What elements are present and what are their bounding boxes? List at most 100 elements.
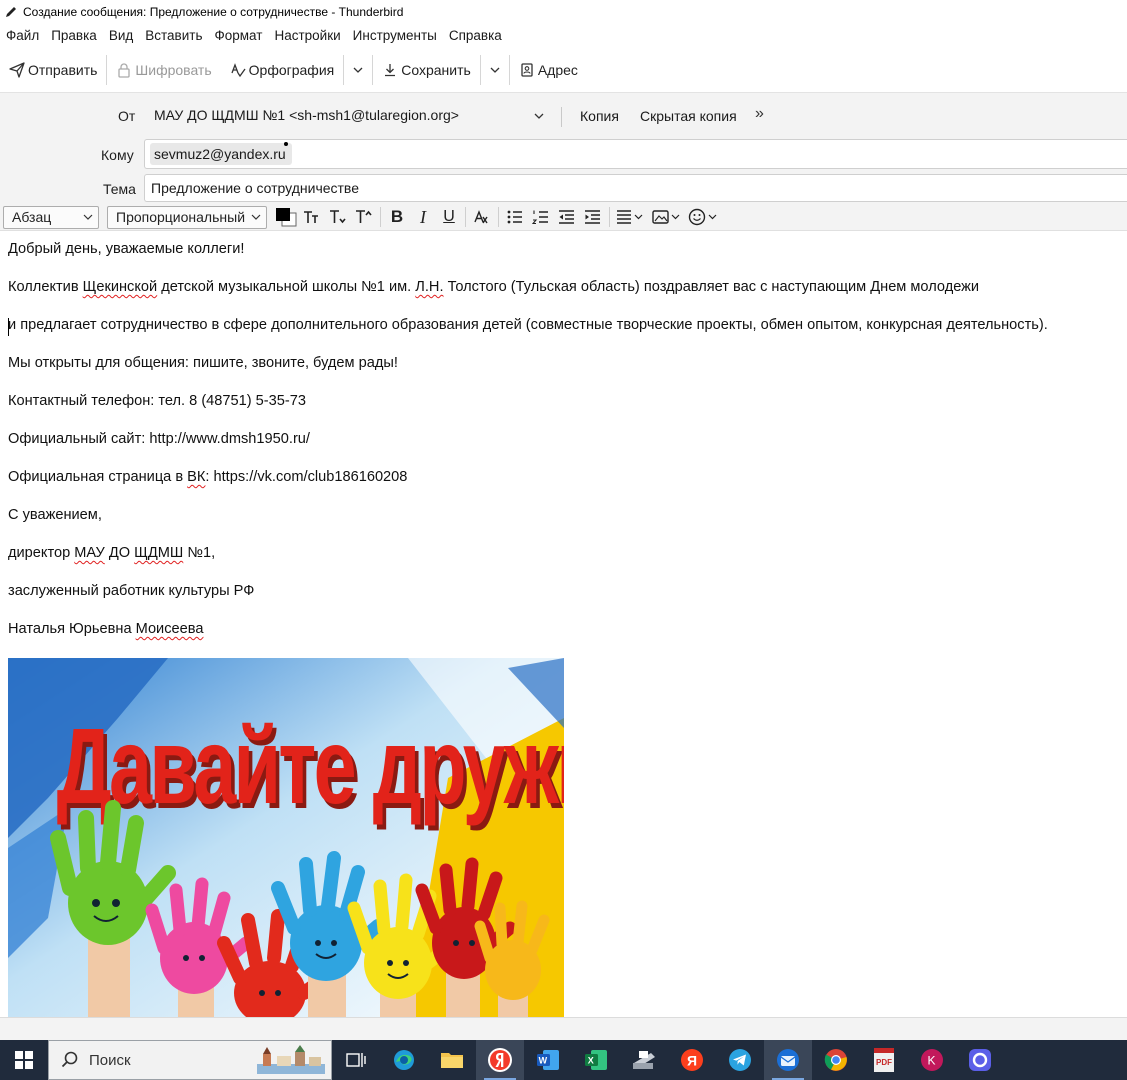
body-greeting: Добрый день, уважаемые коллеги! [8,241,245,257]
to-field[interactable]: sevmuz2@yandex.ru [144,139,1127,169]
svg-text:Давайте дружить !: Давайте дружить ! [57,705,564,826]
message-header-fields: От МАУ ДО ЩДМШ №1 <sh-msh1@tularegion.or… [0,92,1127,204]
toolbar-separator [479,55,481,85]
body-paragraph-2: и предлагает сотрудничество в сфере допо… [8,317,1048,333]
menu-help[interactable]: Справка [449,28,502,43]
body-website: Официальный сайт: http://www.dmsh1950.ru… [8,431,310,447]
subject-field[interactable]: Предложение о сотрудничестве [144,174,1127,202]
thunderbird-icon [777,1049,799,1071]
emoji-menu-button[interactable] [685,205,721,229]
insert-menu-button[interactable] [649,205,685,229]
excel-app[interactable]: X [572,1040,620,1080]
indent-icon [585,210,600,224]
underline-button[interactable]: U [436,205,462,229]
menu-options[interactable]: Настройки [274,28,340,43]
chevron-down-icon [490,67,500,73]
spelling-dropdown-button[interactable] [348,55,368,85]
telegram-app[interactable] [716,1040,764,1080]
chevron-down-icon [83,214,93,220]
menu-format[interactable]: Формат [214,28,262,43]
bcc-button[interactable]: Скрытая копия [640,108,737,124]
spellcheck-icon [231,63,246,78]
task-view-button[interactable] [332,1040,380,1080]
text-run: : https://vk.com/club186160208 [205,469,408,485]
word-app[interactable]: W [524,1040,572,1080]
save-button[interactable]: Сохранить [377,55,476,85]
taskbar-search-box[interactable]: Поиск [48,1040,332,1080]
from-identity-select[interactable]: МАУ ДО ЩДМШ №1 <sh-msh1@tularegion.org> [154,107,459,123]
body-regards: С уважением, [8,507,102,523]
message-body-editor[interactable]: Добрый день, уважаемые коллеги! Коллекти… [0,232,1127,1017]
chrome-icon [824,1049,847,1071]
numbered-list-icon [532,210,548,225]
misspelled-word[interactable]: Щекинской [83,279,158,295]
chevron-down-icon[interactable] [532,109,546,123]
toolbar-separator [106,55,108,85]
misspelled-word[interactable]: МАУ [74,545,105,561]
bold-button[interactable]: B [384,205,410,229]
embedded-image[interactable]: Давайте дружить ! Давайте дружить ! [8,658,564,1017]
font-size-decrease-icon [330,210,346,224]
text-run: Толстого (Тульская область) поздравляет … [443,279,980,295]
status-bar [0,1017,1127,1040]
send-label: Отправить [28,62,98,78]
smaller-font-button[interactable] [325,205,351,229]
outdent-button[interactable] [554,205,580,229]
menu-view[interactable]: Вид [109,28,133,43]
indent-button[interactable] [580,205,606,229]
pencil-icon [6,7,16,17]
font-family-select[interactable]: Пропорциональный [107,205,267,229]
address-book-button[interactable]: Адрес [514,55,583,85]
edge-app[interactable] [380,1040,428,1080]
italic-button[interactable]: I [410,205,436,229]
pdf-app[interactable]: PDF [860,1040,908,1080]
text-run: Наталья Юрьевна [8,621,136,637]
menu-insert[interactable]: Вставить [145,28,202,43]
misspelled-word[interactable]: Л.Н. [415,279,443,295]
start-button[interactable] [0,1040,48,1080]
larger-font-button[interactable] [351,205,377,229]
remove-formatting-button[interactable] [469,205,495,229]
cc-button[interactable]: Копия [580,108,619,124]
spelling-button[interactable]: Орфография [225,55,340,85]
send-button[interactable]: Отправить [4,55,102,85]
yandex-browser-app[interactable] [476,1040,524,1080]
svg-text:Я: Я [687,1053,697,1069]
smaller-text-button[interactable] [299,205,325,229]
file-explorer-app[interactable] [428,1040,476,1080]
recipient-pill[interactable]: sevmuz2@yandex.ru [150,143,292,165]
address-book-icon [521,63,533,77]
svg-text:W: W [539,1056,548,1066]
more-recipients-button[interactable]: » [755,105,764,123]
numbered-list-button[interactable] [528,205,554,229]
font-size-smaller-icon [304,211,318,223]
align-menu-button[interactable] [613,205,649,229]
misspelled-word[interactable]: ВК [187,469,205,485]
text-color-button[interactable] [273,205,299,229]
menu-edit[interactable]: Правка [51,28,97,43]
thunderbird-app[interactable] [764,1040,812,1080]
encrypt-button[interactable]: Шифровать [111,55,216,85]
underline-icon: U [443,208,455,225]
yandex-app[interactable]: Я [668,1040,716,1080]
save-dropdown-button[interactable] [485,55,505,85]
scanner-app[interactable] [620,1040,668,1080]
menu-file[interactable]: Файл [6,28,39,43]
menu-tools[interactable]: Инструменты [353,28,437,43]
spelling-label: Орфография [248,62,335,78]
chrome-app[interactable] [812,1040,860,1080]
misspelled-word[interactable]: ЩДМШ [134,545,183,561]
meeting-icon [969,1049,991,1071]
text-run: детской музыкальной школы №1 им. [157,279,416,295]
meeting-app[interactable] [956,1040,1004,1080]
smiley-icon [688,208,717,226]
toolbar-separator [343,55,345,85]
align-icon [617,210,643,224]
bulleted-list-button[interactable] [502,205,528,229]
search-highlight-icon [257,1045,325,1074]
body-signature-honor: заслуженный работник культуры РФ [8,583,255,599]
k-app[interactable]: K [908,1040,956,1080]
paragraph-style-select[interactable]: Абзац [3,205,99,229]
body-vk-page: Официальная страница в ВК: https://vk.co… [8,469,407,485]
misspelled-word[interactable]: Моисеева [136,621,204,637]
